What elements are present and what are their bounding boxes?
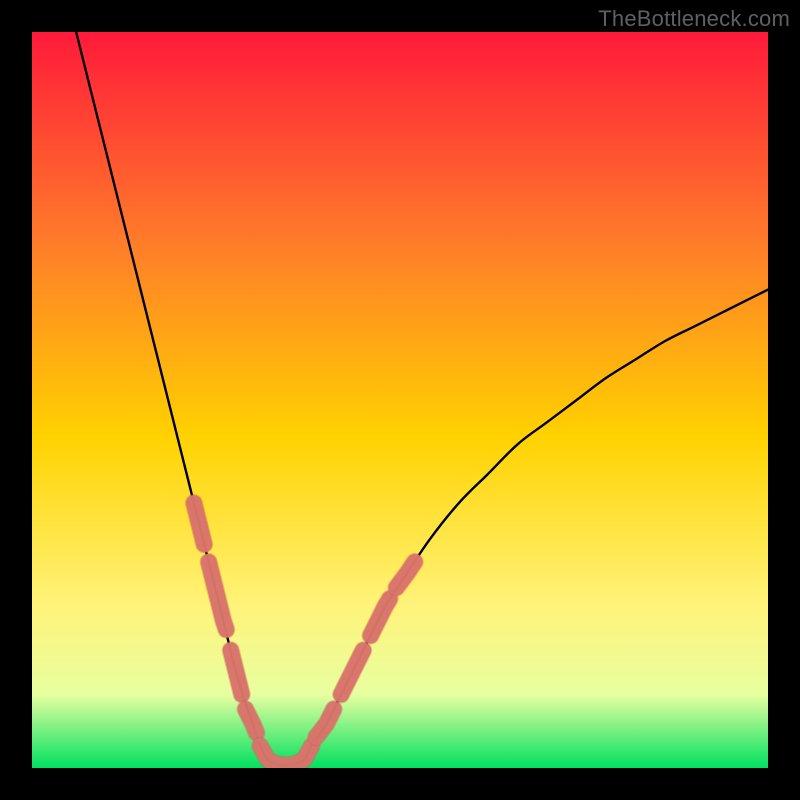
bottleneck-chart: [32, 32, 768, 768]
chart-frame: [32, 32, 768, 768]
marker-segment: [245, 709, 256, 733]
marker-segment: [194, 503, 204, 544]
marker-segment: [231, 650, 242, 694]
watermark-text: TheBottleneck.com: [598, 6, 790, 32]
gradient-background: [32, 32, 768, 768]
